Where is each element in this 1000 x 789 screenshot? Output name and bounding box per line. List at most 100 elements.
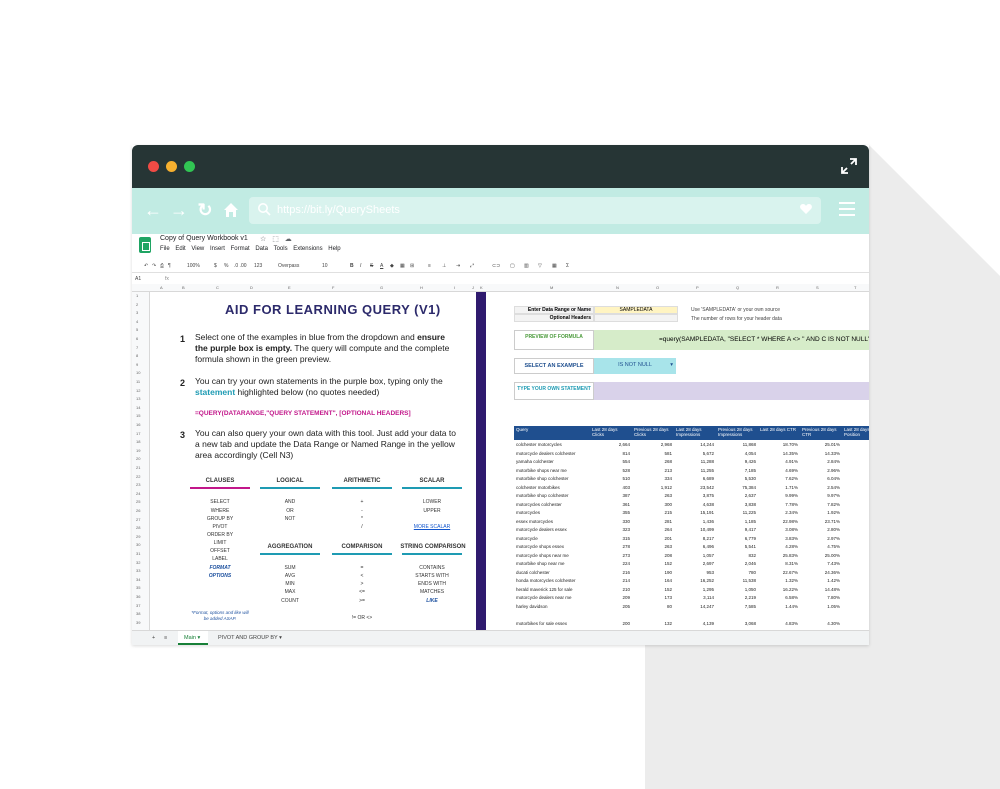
row-header[interactable]: 6 [136, 336, 138, 341]
row-header[interactable]: 13 [136, 396, 140, 401]
tab-pivot-group-by[interactable]: PIVOT AND GROUP BY ▾ [218, 635, 282, 641]
back-arrow-icon[interactable]: ← [144, 201, 162, 219]
row-header[interactable]: 9 [136, 362, 138, 367]
row-header[interactable]: 20 [136, 456, 140, 461]
column-header[interactable]: S [816, 285, 819, 290]
menu-data[interactable]: Data [255, 246, 268, 252]
italic-button[interactable]: I [360, 263, 361, 269]
row-header[interactable]: 3 [136, 310, 138, 315]
row-header[interactable]: 1 [136, 293, 138, 298]
column-header[interactable]: N [616, 285, 619, 290]
column-header[interactable]: O [656, 285, 659, 290]
row-header[interactable]: 23 [136, 482, 140, 487]
row-header[interactable]: 39 [136, 620, 140, 625]
row-header[interactable]: 5 [136, 327, 138, 332]
column-header[interactable]: D [250, 285, 253, 290]
row-header[interactable]: 2 [136, 302, 138, 307]
menu-insert[interactable]: Insert [210, 246, 225, 252]
row-header[interactable]: 10 [136, 370, 140, 375]
row-header[interactable]: 21 [136, 465, 140, 470]
all-sheets-button[interactable]: ≡ [164, 635, 167, 641]
row-header[interactable]: 22 [136, 474, 140, 479]
menu-view[interactable]: View [191, 246, 204, 252]
row-header[interactable]: 28 [136, 525, 140, 530]
chart-icon[interactable]: ▥ [524, 263, 529, 269]
headers-input[interactable] [594, 314, 678, 322]
maximize-window-button[interactable] [184, 161, 195, 172]
minimize-window-button[interactable] [166, 161, 177, 172]
document-title[interactable]: Copy of Query Workbook v1 [160, 235, 248, 242]
comment-icon[interactable]: ▢ [510, 263, 515, 269]
data-range-input[interactable]: SAMPLEDATA [594, 306, 678, 314]
column-header[interactable]: I [454, 285, 455, 290]
wrap-icon[interactable]: ⇥ [456, 263, 460, 269]
row-header[interactable]: 18 [136, 439, 140, 444]
column-header[interactable]: P [696, 285, 699, 290]
forward-arrow-icon[interactable]: → [170, 201, 188, 219]
merge-icon[interactable]: ⊞ [410, 263, 414, 269]
row-header[interactable]: 8 [136, 353, 138, 358]
row-header[interactable]: 25 [136, 499, 140, 504]
valign-icon[interactable]: ⊥ [442, 263, 446, 269]
row-header[interactable]: 24 [136, 491, 140, 496]
row-header[interactable]: 15 [136, 413, 140, 418]
align-icon[interactable]: ≡ [428, 263, 431, 269]
paint-format-icon[interactable]: ¶ [168, 263, 171, 269]
row-header[interactable]: 32 [136, 560, 140, 565]
undo-icon[interactable]: ↶ [144, 263, 148, 269]
row-header[interactable]: 31 [136, 551, 140, 556]
menu-tools[interactable]: Tools [274, 246, 288, 252]
column-header[interactable]: H [420, 285, 423, 290]
heart-icon[interactable] [799, 202, 813, 216]
column-header[interactable]: G [380, 285, 383, 290]
column-header[interactable]: M [550, 285, 553, 290]
strikethrough-button[interactable]: S [370, 263, 373, 269]
row-header[interactable]: 17 [136, 431, 140, 436]
row-header[interactable]: 4 [136, 319, 138, 324]
font-select[interactable]: Overpass [278, 263, 299, 269]
filter-icon[interactable]: ▽ [538, 263, 542, 269]
number-format-button[interactable]: 123 [254, 263, 262, 269]
row-header[interactable]: 38 [136, 611, 140, 616]
column-header[interactable]: C [216, 285, 219, 290]
row-header[interactable]: 19 [136, 448, 140, 453]
row-header[interactable]: 36 [136, 594, 140, 599]
borders-icon[interactable]: ▦ [400, 263, 405, 269]
reload-icon[interactable]: ↻ [196, 201, 214, 219]
example-dropdown[interactable]: IS NOT NULL ▾ [594, 358, 676, 374]
column-header[interactable]: E [288, 285, 291, 290]
row-header[interactable]: 35 [136, 585, 140, 590]
print-icon[interactable]: ⎙ [160, 263, 164, 269]
percent-button[interactable]: % [224, 263, 228, 269]
decimals-button[interactable]: .0 .00 [234, 263, 247, 269]
column-header[interactable]: K [480, 285, 483, 290]
row-header[interactable]: 7 [136, 345, 138, 350]
expand-icon[interactable] [841, 158, 857, 174]
zoom-select[interactable]: 100% [187, 263, 200, 269]
functions-icon[interactable]: Σ [566, 263, 569, 269]
spreadsheet-grid[interactable]: A B C D E F G H I J K M N O P Q R S T 12… [132, 284, 869, 630]
row-header[interactable]: 27 [136, 517, 140, 522]
menu-help[interactable]: Help [328, 246, 340, 252]
text-color-button[interactable]: A [380, 263, 383, 269]
column-header[interactable]: Q [736, 285, 739, 290]
row-header[interactable]: 26 [136, 508, 140, 513]
column-header[interactable]: F [332, 285, 334, 290]
row-header[interactable]: 37 [136, 603, 140, 608]
filter-views-icon[interactable]: ▦ [552, 263, 557, 269]
menu-edit[interactable]: Edit [175, 246, 185, 252]
column-header[interactable]: J [472, 285, 474, 290]
row-header[interactable]: 12 [136, 388, 140, 393]
row-header[interactable]: 34 [136, 577, 140, 582]
menu-extensions[interactable]: Extensions [293, 246, 322, 252]
row-header[interactable]: 16 [136, 422, 140, 427]
row-header[interactable]: 29 [136, 534, 140, 539]
hamburger-menu-icon[interactable] [839, 202, 855, 220]
menu-file[interactable]: File [160, 246, 170, 252]
home-icon[interactable] [222, 201, 240, 219]
cell-reference[interactable]: A1 [135, 276, 141, 282]
row-header[interactable]: 11 [136, 379, 140, 384]
link-icon[interactable]: ⊂⊃ [492, 263, 500, 269]
close-window-button[interactable] [148, 161, 159, 172]
menu-format[interactable]: Format [231, 246, 250, 252]
